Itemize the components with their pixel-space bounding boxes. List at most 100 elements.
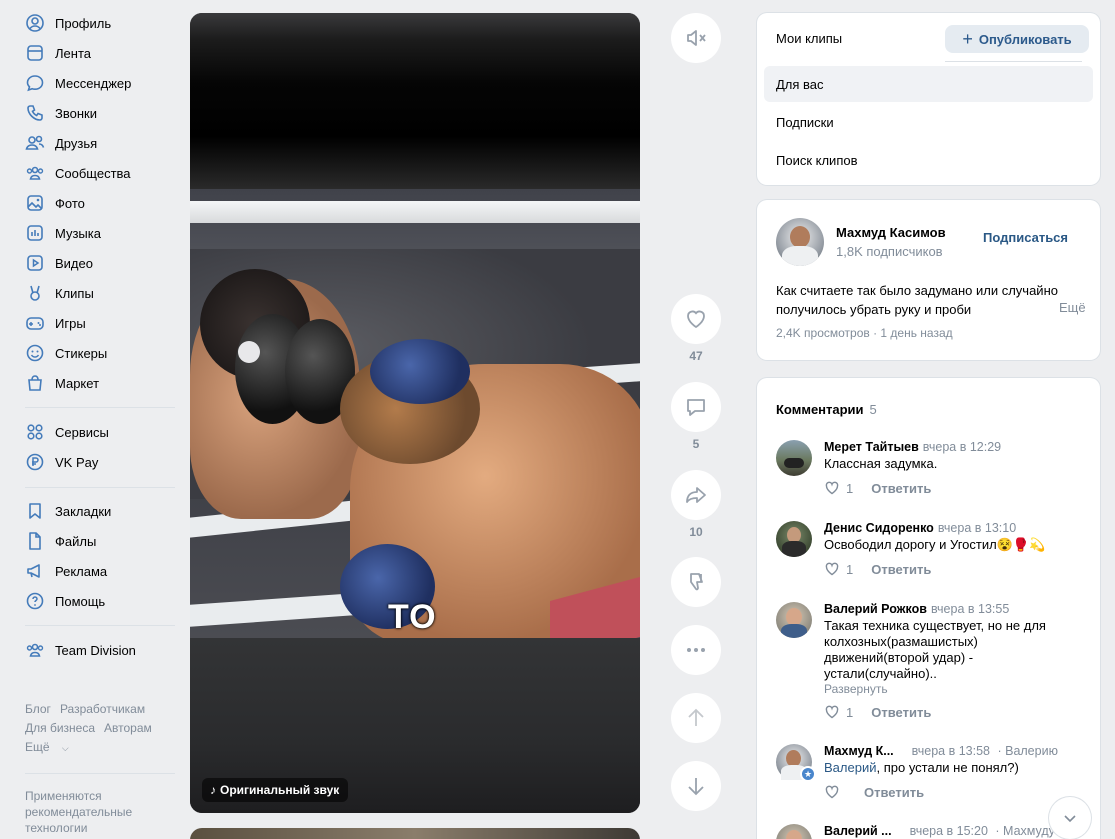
commenter-avatar[interactable] xyxy=(776,824,812,839)
nav-label: Сообщества xyxy=(55,165,131,181)
comment-actions: 1 Ответить xyxy=(824,480,931,496)
commenter-avatar[interactable] xyxy=(776,440,812,476)
reply-button[interactable]: Ответить xyxy=(864,785,924,800)
nav-divider xyxy=(25,625,175,626)
commenter-avatar[interactable] xyxy=(776,521,812,557)
comment-like-button[interactable]: 1 xyxy=(824,704,853,720)
stickers-icon xyxy=(25,343,45,363)
author-name[interactable]: Махмуд Касимов xyxy=(836,225,946,240)
scroll-down-button[interactable] xyxy=(1049,797,1091,839)
expand-comment-link[interactable]: Развернуть xyxy=(824,682,888,696)
nav-item-messenger[interactable]: Мессенджер xyxy=(25,70,131,96)
subscribe-button[interactable]: Подписаться xyxy=(983,230,1068,245)
comment-actions: 1 Ответить xyxy=(824,561,931,577)
reply-button[interactable]: Ответить xyxy=(871,705,931,720)
nav-item-market[interactable]: Маркет xyxy=(25,370,99,396)
nav-item-calls[interactable]: Звонки xyxy=(25,100,97,126)
reply-button[interactable]: Ответить xyxy=(871,562,931,577)
nav-item-music[interactable]: Музыка xyxy=(25,220,101,246)
reply-button[interactable]: Ответить xyxy=(871,481,931,496)
comment-item: Валерий Рожков вчера в 13:55 Такая техник… xyxy=(776,602,1086,722)
sound-label: Оригинальный звук xyxy=(220,783,340,797)
nav-item-feed[interactable]: Лента xyxy=(25,40,91,66)
comment-like-button[interactable] xyxy=(824,784,846,800)
nav-item-communities[interactable]: Сообщества xyxy=(25,160,131,186)
show-more-link[interactable]: Ещё xyxy=(1055,300,1086,315)
tab-search-clips[interactable]: Поиск клипов xyxy=(764,142,1093,178)
nav-label: Игры xyxy=(55,315,86,331)
reply-target[interactable]: · Валерию xyxy=(997,744,1057,758)
footer-link-blog[interactable]: Блог xyxy=(25,702,51,716)
arrow-down-icon xyxy=(688,778,704,796)
comment-item: Мерет Тайтыев вчера в 12:29 Классная заду… xyxy=(776,440,1086,500)
more-button[interactable] xyxy=(671,625,721,675)
chevron-down-icon xyxy=(1064,815,1076,823)
comment-like-button[interactable]: 1 xyxy=(824,480,853,496)
commenter-name[interactable]: Махмуд К... вчера в 13:58 · Валерию xyxy=(824,744,1058,758)
comment-button[interactable] xyxy=(671,382,721,432)
mention-link[interactable]: Валерий xyxy=(824,760,876,775)
comment-like-count: 1 xyxy=(846,561,854,577)
footer-link-more[interactable]: Ещё ⌵ xyxy=(25,740,78,754)
nav-item-help[interactable]: Помощь xyxy=(25,588,105,614)
nav-item-ads[interactable]: Реклама xyxy=(25,558,107,584)
reply-target[interactable]: · Махмуду xyxy=(995,824,1055,838)
commenter-name[interactable]: Мерет Тайтыев вчера в 12:29 xyxy=(824,440,1001,454)
comment-text: Освободил дорогу и Угостил😵🥊💫 xyxy=(824,537,1046,552)
nav-divider xyxy=(25,407,175,408)
tab-for-you[interactable]: Для вас xyxy=(764,66,1093,102)
comment-time[interactable]: вчера в 13:58 xyxy=(912,744,990,758)
footer-link-business[interactable]: Для бизнеса xyxy=(25,721,95,735)
thumb-down-icon xyxy=(690,573,703,591)
footer-link-developers[interactable]: Разработчикам xyxy=(60,702,145,716)
commenter-name[interactable]: Валерий Рожков вчера в 13:55 xyxy=(824,602,1009,616)
commenter-avatar[interactable]: ★ xyxy=(776,744,816,782)
clip-video-player[interactable]: TO ♪ Оригинальный звук xyxy=(190,13,640,813)
publish-button[interactable]: + Опубликовать xyxy=(945,25,1089,53)
nav-label: Клипы xyxy=(55,285,94,301)
mute-icon xyxy=(687,30,706,46)
comment-item: Денис Сидоренко вчера в 13:10 Освободил д… xyxy=(776,521,1086,581)
nav-item-clips[interactable]: Клипы xyxy=(25,280,94,306)
nav-label: Звонки xyxy=(55,105,97,121)
heart-icon xyxy=(825,481,839,495)
mute-button[interactable] xyxy=(671,13,721,63)
nav-item-profile[interactable]: Профиль xyxy=(25,10,111,36)
nav-item-files[interactable]: Файлы xyxy=(25,528,96,554)
dislike-button[interactable] xyxy=(671,557,721,607)
like-button[interactable] xyxy=(671,294,721,344)
recommendation-note[interactable]: Применяются рекомендательные технологии xyxy=(25,788,175,836)
original-sound-tag[interactable]: ♪ Оригинальный звук xyxy=(202,778,349,802)
tab-label: Поиск клипов xyxy=(776,152,858,168)
tab-subscriptions[interactable]: Подписки xyxy=(764,104,1093,140)
nav-item-friends[interactable]: Друзья xyxy=(25,130,97,156)
nav-item-games[interactable]: Игры xyxy=(25,310,86,336)
share-button[interactable] xyxy=(671,470,721,520)
nav-item-team-division[interactable]: Team Division xyxy=(25,637,136,663)
comment-time[interactable]: вчера в 12:29 xyxy=(923,440,1001,454)
comment-like-button[interactable]: 1 xyxy=(824,561,853,577)
games-icon xyxy=(25,313,45,333)
publish-label: Опубликовать xyxy=(978,31,1072,47)
comment-time[interactable]: вчера в 15:20 xyxy=(910,824,988,838)
services-icon xyxy=(25,422,45,442)
heart-icon xyxy=(687,310,705,329)
comment-time[interactable]: вчера в 13:55 xyxy=(931,602,1009,616)
file-icon xyxy=(25,531,45,551)
nav-item-bookmarks[interactable]: Закладки xyxy=(25,498,111,524)
nav-item-photo[interactable]: Фото xyxy=(25,190,85,216)
commenter-name[interactable]: Денис Сидоренко вчера в 13:10 xyxy=(824,521,1016,535)
comment-time[interactable]: вчера в 13:10 xyxy=(938,521,1016,535)
author-avatar[interactable] xyxy=(776,218,824,266)
footer-link-authors[interactable]: Авторам xyxy=(104,721,152,735)
next-clip-preview[interactable] xyxy=(190,828,640,839)
commenter-name[interactable]: Валерий ... вчера в 15:20 · Махмуду xyxy=(824,824,1055,838)
nav-item-vkpay[interactable]: VK Pay xyxy=(25,449,98,475)
next-clip-button[interactable] xyxy=(671,761,721,811)
nav-item-video[interactable]: Видео xyxy=(25,250,93,276)
commenter-avatar[interactable] xyxy=(776,602,812,638)
previous-clip-button[interactable] xyxy=(671,693,721,743)
nav-item-stickers[interactable]: Стикеры xyxy=(25,340,107,366)
my-clips-link[interactable]: Мои клипы xyxy=(776,31,842,46)
nav-item-services[interactable]: Сервисы xyxy=(25,419,109,445)
